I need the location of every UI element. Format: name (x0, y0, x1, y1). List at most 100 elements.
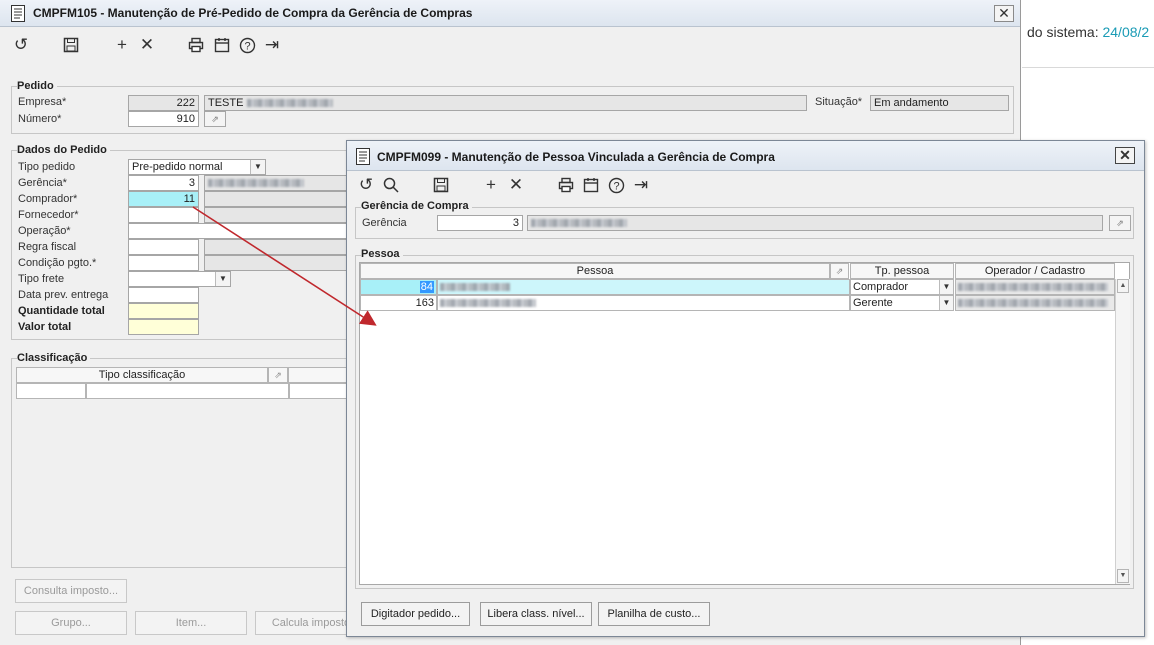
qtd-total-label: Quantidade total (18, 305, 105, 317)
tipo-classificacao-header[interactable]: Tipo classificação (16, 367, 268, 383)
chevron-down-icon: ▼ (939, 296, 953, 310)
tipo-frete-select[interactable]: ▼ (128, 271, 231, 287)
grupo-button[interactable]: Grupo... (15, 611, 127, 635)
exit-icon[interactable]: ⇥ (630, 174, 652, 196)
gerencia-compra-title: Gerência de Compra (361, 200, 472, 212)
operador-column-header[interactable]: Operador / Cadastro (955, 263, 1115, 279)
fornecedor-label: Fornecedor* (18, 209, 79, 221)
pessoa-vinculada-dialog: CMPFM099 - Manutenção de Pessoa Vinculad… (346, 140, 1145, 637)
data-prev-field[interactable] (128, 287, 199, 303)
regra-fiscal-name-field[interactable] (204, 239, 349, 255)
comprador-field[interactable]: 11 (128, 191, 199, 207)
main-window-title: CMPFM105 - Manutenção de Pré-Pedido de C… (33, 6, 473, 20)
print-icon[interactable] (555, 174, 577, 196)
undo-icon[interactable]: ↺ (355, 174, 377, 196)
dados-group-title: Dados do Pedido (17, 144, 110, 156)
modal-close-button[interactable]: ✕ (1115, 147, 1135, 164)
column-lookup-icon[interactable]: ⇗ (268, 367, 288, 383)
table-row-code[interactable]: 163 (360, 295, 437, 311)
operacao-field[interactable] (128, 223, 349, 239)
chevron-down-icon: ▼ (939, 280, 953, 294)
table-row-name[interactable] (437, 279, 850, 295)
classificacao-group-title: Classificação (17, 352, 91, 364)
table-row-tipo-select[interactable]: Comprador ▼ (850, 279, 954, 295)
consulta-imposto-button[interactable]: Consulta imposto... (15, 579, 127, 603)
gerencia-label: Gerência* (18, 177, 67, 189)
gerencia-lookup-icon[interactable]: ⇗ (1109, 215, 1131, 231)
modal-gerencia-name-field[interactable] (527, 215, 1103, 231)
save-icon[interactable] (60, 34, 82, 56)
right-header: do sistema: 24/08/2 (1022, 0, 1154, 68)
help-icon[interactable]: ? (605, 174, 627, 196)
exit-icon[interactable]: ⇥ (261, 34, 283, 56)
modal-toolbar: ↺ + ✕ ? ⇥ (347, 174, 1144, 202)
column-lookup-icon[interactable]: ⇗ (830, 263, 849, 279)
tp-pessoa-column-header[interactable]: Tp. pessoa (850, 263, 954, 279)
print-icon[interactable] (185, 34, 207, 56)
empresa-label: Empresa* (18, 96, 67, 108)
document-icon (11, 5, 25, 22)
system-date: do sistema: 24/08/2 (1027, 24, 1150, 40)
condicao-label: Condição pgto.* (18, 257, 97, 269)
data-prev-label: Data prev. entrega (18, 289, 109, 301)
regra-fiscal-field[interactable] (128, 239, 199, 255)
numero-lookup-icon[interactable]: ⇗ (204, 111, 226, 127)
libera-class-nivel-button[interactable]: Libera class. nível... (480, 602, 592, 626)
valor-total-field (128, 319, 199, 335)
svg-text:?: ? (244, 41, 250, 53)
situacao-field[interactable]: Em andamento (870, 95, 1009, 111)
planilha-custo-button[interactable]: Planilha de custo... (598, 602, 710, 626)
search-icon[interactable] (380, 174, 402, 196)
modal-titlebar: CMPFM099 - Manutenção de Pessoa Vinculad… (347, 141, 1144, 171)
tipo-frete-label: Tipo frete (18, 273, 65, 285)
delete-icon[interactable]: ✕ (136, 34, 158, 56)
numero-field[interactable]: 910 (128, 111, 199, 127)
pedido-group-title: Pedido (17, 80, 57, 92)
tipo-pedido-select[interactable]: Pre-pedido normal ▼ (128, 159, 266, 175)
pessoa-column-header[interactable]: Pessoa (360, 263, 830, 279)
main-titlebar: CMPFM105 - Manutenção de Pré-Pedido de C… (0, 0, 1020, 27)
comprador-name-field[interactable] (204, 191, 349, 207)
item-button[interactable]: Item... (135, 611, 247, 635)
svg-text:?: ? (613, 181, 619, 193)
main-close-button[interactable]: ✕ (994, 5, 1014, 22)
modal-gerencia-field[interactable]: 3 (437, 215, 523, 231)
scroll-down-icon[interactable]: ▼ (1117, 569, 1129, 583)
add-icon[interactable]: + (111, 34, 133, 56)
pessoa-grid-scrollbar[interactable]: ▲ ▼ (1115, 279, 1130, 584)
valor-total-label: Valor total (18, 321, 72, 333)
calendar-icon[interactable] (211, 34, 233, 56)
empresa-name-field[interactable]: TESTE (204, 95, 807, 111)
gerencia-name-field[interactable] (204, 175, 349, 191)
situacao-label: Situação* (815, 96, 863, 108)
condicao-field[interactable] (128, 255, 199, 271)
help-icon[interactable]: ? (236, 34, 258, 56)
chevron-down-icon: ▼ (250, 160, 265, 174)
table-row-code[interactable]: 84 (360, 279, 437, 295)
numero-label: Número* (18, 113, 62, 125)
tipo-pedido-label: Tipo pedido (18, 161, 76, 173)
pessoa-group-title: Pessoa (361, 248, 403, 260)
qtd-total-field (128, 303, 199, 319)
fornecedor-name-field[interactable] (204, 207, 349, 223)
gerencia-field[interactable]: 3 (128, 175, 199, 191)
table-row-operador[interactable] (955, 295, 1115, 311)
digitador-pedido-button[interactable]: Digitador pedido... (361, 602, 470, 626)
condicao-name-field[interactable] (204, 255, 349, 271)
calendar-icon[interactable] (580, 174, 602, 196)
fornecedor-field[interactable] (128, 207, 199, 223)
table-cell[interactable] (86, 383, 289, 399)
empresa-code-field[interactable]: 222 (128, 95, 199, 111)
table-cell[interactable] (289, 383, 349, 399)
table-cell[interactable] (16, 383, 86, 399)
classificacao-header-2[interactable] (288, 367, 348, 383)
scroll-up-icon[interactable]: ▲ (1117, 279, 1129, 293)
table-row-name[interactable] (437, 295, 850, 311)
table-row-tipo-select[interactable]: Gerente ▼ (850, 295, 954, 311)
undo-icon[interactable]: ↺ (10, 34, 32, 56)
add-icon[interactable]: + (480, 174, 502, 196)
delete-icon[interactable]: ✕ (505, 174, 527, 196)
table-row-operador[interactable] (955, 279, 1115, 295)
save-icon[interactable] (430, 174, 452, 196)
regra-fiscal-label: Regra fiscal (18, 241, 77, 253)
